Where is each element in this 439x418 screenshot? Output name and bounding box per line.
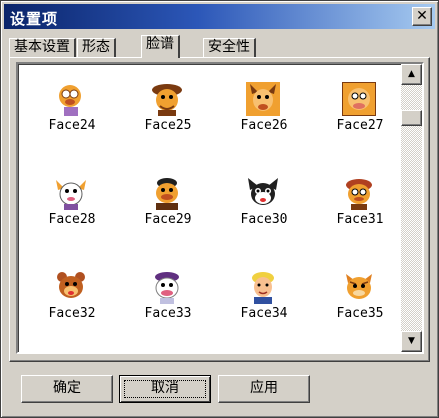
scroll-down-button[interactable]: ▼ xyxy=(401,331,422,352)
window-title: 设置项 xyxy=(10,10,59,28)
scroll-up-arrow-icon: ▲ xyxy=(408,69,415,79)
face-item-31[interactable]: Face31 xyxy=(312,166,408,246)
tab-security[interactable]: 安全性 xyxy=(203,38,256,57)
face-27-icon xyxy=(342,82,376,116)
tab-label: 基本设置 xyxy=(14,39,70,55)
face-item-24[interactable]: Face24 xyxy=(24,72,120,152)
tab-strip: 基本设置 形态 脸谱 安全性 xyxy=(9,35,429,58)
scroll-down-arrow-icon: ▼ xyxy=(408,336,415,346)
face-31-icon xyxy=(346,179,372,210)
face-label: Face26 xyxy=(240,118,288,133)
tab-label: 安全性 xyxy=(208,39,250,55)
scroll-up-button[interactable]: ▲ xyxy=(401,64,422,85)
tab-faces[interactable]: 脸谱 xyxy=(141,35,180,58)
face-25-icon xyxy=(152,84,182,116)
face-24-icon xyxy=(54,82,88,116)
face-grid: Face24 Face25 Face26 Face27 Face28 Face2… xyxy=(24,72,404,352)
face-28-icon xyxy=(56,180,86,210)
face-29-icon xyxy=(156,178,178,210)
tab-label: 脸谱 xyxy=(146,36,174,52)
title-bar[interactable]: 设置项 ✕ xyxy=(4,4,435,29)
face-list: Face24 Face25 Face26 Face27 Face28 Face2… xyxy=(16,62,424,354)
face-item-27[interactable]: Face27 xyxy=(312,72,408,152)
apply-button-label: 应用 xyxy=(250,380,278,396)
face-label: Face32 xyxy=(48,306,96,321)
close-icon: ✕ xyxy=(416,8,428,24)
face-label: Face33 xyxy=(144,306,192,321)
scroll-thumb[interactable] xyxy=(401,110,422,126)
ok-button-label: 确定 xyxy=(53,380,81,396)
vertical-scrollbar[interactable]: ▲ ▼ xyxy=(401,64,422,352)
face-label: Face25 xyxy=(144,118,192,133)
tab-basic-settings[interactable]: 基本设置 xyxy=(9,38,76,57)
faces-panel: Face24 Face25 Face26 Face27 Face28 Face2… xyxy=(9,57,430,362)
face-label: Face29 xyxy=(144,212,192,227)
face-label: Face35 xyxy=(336,306,384,321)
face-label: Face27 xyxy=(336,118,384,133)
face-item-25[interactable]: Face25 xyxy=(120,72,216,152)
face-item-30[interactable]: Face30 xyxy=(216,166,312,246)
face-item-33[interactable]: Face33 xyxy=(120,260,216,340)
face-33-icon xyxy=(155,272,179,304)
face-label: Face28 xyxy=(48,212,96,227)
face-item-26[interactable]: Face26 xyxy=(216,72,312,152)
face-35-icon xyxy=(346,274,372,299)
tab-label: 形态 xyxy=(82,39,110,55)
face-32-icon xyxy=(57,272,85,298)
apply-button[interactable]: 应用 xyxy=(218,375,310,403)
face-item-29[interactable]: Face29 xyxy=(120,166,216,246)
cancel-button[interactable]: 取消 xyxy=(119,375,211,403)
face-label: Face31 xyxy=(336,212,384,227)
face-label: Face24 xyxy=(48,118,96,133)
settings-dialog: 设置项 ✕ 基本设置 形态 脸谱 安全性 Face24 Face25 Face2… xyxy=(0,0,439,418)
face-item-35[interactable]: Face35 xyxy=(312,260,408,340)
face-34-icon xyxy=(252,272,274,304)
face-item-34[interactable]: Face34 xyxy=(216,260,312,340)
face-26-icon xyxy=(246,82,280,116)
face-label: Face34 xyxy=(240,306,288,321)
face-label: Face30 xyxy=(240,212,288,227)
close-button[interactable]: ✕ xyxy=(412,7,432,26)
tab-appearance[interactable]: 形态 xyxy=(77,38,116,57)
face-item-28[interactable]: Face28 xyxy=(24,166,120,246)
focus-ring xyxy=(124,380,206,398)
ok-button[interactable]: 确定 xyxy=(21,375,113,403)
face-item-32[interactable]: Face32 xyxy=(24,260,120,340)
face-30-icon xyxy=(248,178,278,205)
